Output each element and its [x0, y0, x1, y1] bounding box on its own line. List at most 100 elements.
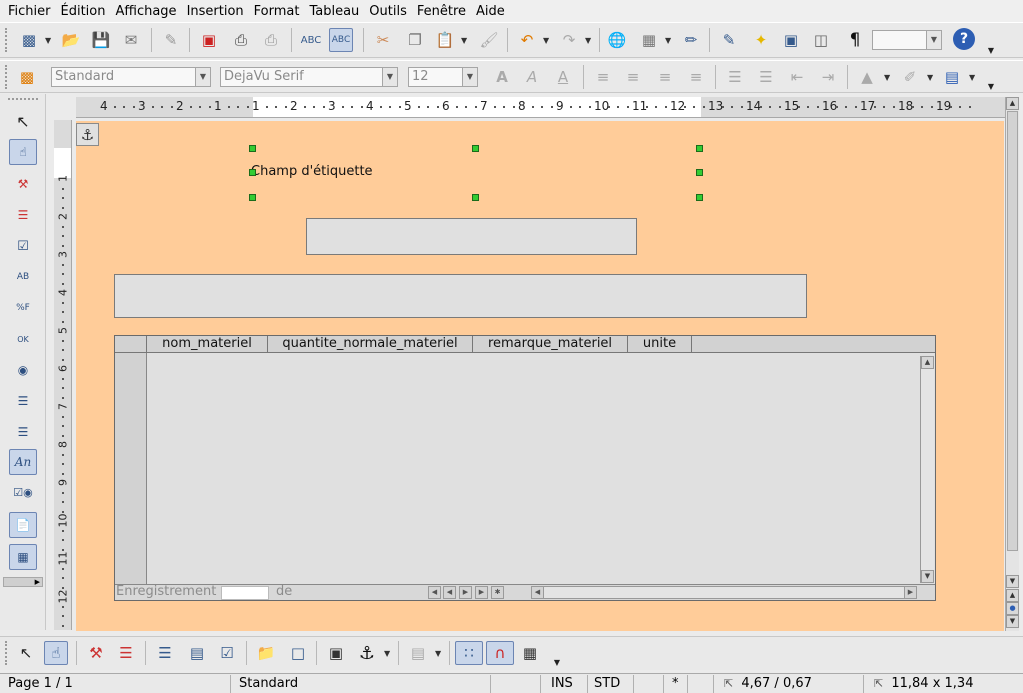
group-icon[interactable]: ▣	[324, 641, 348, 665]
new-record-icon[interactable]: ✱	[491, 586, 504, 599]
combo-box-icon[interactable]: ☰	[9, 419, 37, 445]
page-style-indicator[interactable]: Standard	[231, 675, 491, 693]
column-header-quantite[interactable]: quantite_normale_materiel	[268, 336, 473, 353]
anchor-icon[interactable]: ⚓	[355, 641, 379, 665]
menu-aide[interactable]: Aide	[472, 4, 509, 19]
hyperlink-mode-indicator[interactable]	[634, 675, 664, 693]
email-icon[interactable]: ✉	[119, 28, 143, 52]
paste-dropdown-icon[interactable]: ▼	[461, 36, 467, 45]
open-folder-icon[interactable]: 📂	[59, 28, 83, 52]
menu-affichage[interactable]: Affichage	[111, 4, 180, 19]
text-box-icon[interactable]: AB	[9, 264, 37, 290]
scroll-up-icon[interactable]: ▲	[1006, 97, 1019, 110]
digital-signature-indicator[interactable]	[688, 675, 714, 693]
page-indicator[interactable]: Page 1 / 1	[0, 675, 231, 693]
paragraph-background-dropdown-icon[interactable]: ▼	[969, 73, 975, 82]
navigator-icon[interactable]: ✦	[749, 28, 773, 52]
increase-indent-icon[interactable]: ⇥	[816, 65, 840, 89]
column-header-unite[interactable]: unite	[628, 336, 692, 353]
next-record-icon[interactable]: ▶	[459, 586, 472, 599]
undo-icon[interactable]: ↶	[515, 28, 539, 52]
font-size-combo[interactable]: 12 ▼	[408, 67, 478, 87]
table-grid-control[interactable]: nom_materiel quantite_normale_materiel r…	[114, 335, 936, 601]
toolbar-overflow-icon[interactable]: ▼	[986, 63, 996, 91]
selection-handle[interactable]	[472, 145, 479, 152]
previous-record-icon[interactable]: ◀	[443, 586, 456, 599]
anchor-dropdown-icon[interactable]: ▼	[384, 649, 390, 658]
toolbar-grip[interactable]	[5, 641, 9, 665]
justify-icon[interactable]: ≡	[684, 65, 708, 89]
align-center-icon[interactable]: ≡	[621, 65, 645, 89]
paragraph-style-combo[interactable]: Standard ▼	[51, 67, 211, 87]
horizontal-ruler[interactable]: 4 3 2 1 1 2 3 4 5 6 7 8 9 10 11 12 13 14 15 16 17 18 19	[76, 97, 1006, 118]
new-document-icon[interactable]: ▩	[17, 28, 41, 52]
selection-handle[interactable]	[696, 194, 703, 201]
language-indicator[interactable]	[491, 675, 541, 693]
menu-fenetre[interactable]: Fenêtre	[413, 4, 470, 19]
toolbar-grip[interactable]	[5, 28, 9, 52]
more-controls-icon[interactable]: ☑◉	[9, 479, 37, 505]
scroll-down-icon[interactable]: ▼	[1006, 575, 1019, 588]
grid-horizontal-scrollbar[interactable]	[531, 586, 917, 599]
table-icon[interactable]: ▦	[637, 28, 661, 52]
gallery-icon[interactable]: ▣	[779, 28, 803, 52]
cut-icon[interactable]: ✂	[371, 28, 395, 52]
toolbar-overflow-icon[interactable]: ▼	[986, 27, 996, 55]
chevron-down-icon[interactable]: ▼	[926, 31, 941, 49]
font-name-combo[interactable]: DejaVu Serif ▼	[220, 67, 398, 87]
selection-handle[interactable]	[472, 194, 479, 201]
activation-order-icon[interactable]: ▤	[185, 641, 209, 665]
navigation-icon[interactable]: ●	[1006, 602, 1019, 615]
push-button-icon[interactable]: OK	[9, 326, 37, 352]
option-button-icon[interactable]: ◉	[9, 357, 37, 383]
spellcheck-icon[interactable]: ABC	[299, 28, 323, 52]
design-mode-icon[interactable]: ☝	[9, 139, 37, 165]
menu-insertion[interactable]: Insertion	[183, 4, 248, 19]
nonprinting-chars-icon[interactable]: ¶	[843, 28, 867, 52]
menu-edition[interactable]: Édition	[57, 4, 110, 19]
paragraph-background-icon[interactable]: ▤	[940, 65, 964, 89]
scroll-down-icon[interactable]: ▼	[921, 570, 934, 583]
zoom-combo[interactable]: ▼	[872, 30, 942, 50]
paste-icon[interactable]: 📋	[433, 28, 457, 52]
print-icon[interactable]: ⎙	[229, 28, 253, 52]
table-dropdown-icon[interactable]: ▼	[665, 36, 671, 45]
add-field-icon[interactable]: ☰	[153, 641, 177, 665]
anchor-icon[interactable]: ⚓	[76, 123, 99, 146]
decrease-indent-icon[interactable]: ⇤	[785, 65, 809, 89]
new-dropdown-icon[interactable]: ▼	[45, 36, 51, 45]
highlighting-icon[interactable]: ✐	[898, 65, 922, 89]
align-left-icon[interactable]: ≡	[591, 65, 615, 89]
toolbar-scroll-right-icon[interactable]: ▶	[3, 577, 43, 587]
print-preview-icon[interactable]: ⎙	[259, 28, 283, 52]
control-properties-icon[interactable]: ⚒	[9, 171, 37, 197]
toolbar-overflow-icon[interactable]: ▼	[552, 639, 562, 667]
helplines-while-moving-icon[interactable]: ▦	[518, 641, 542, 665]
modified-indicator[interactable]: *	[664, 675, 688, 693]
selection-handle[interactable]	[696, 169, 703, 176]
label-field-icon[interactable]: An	[9, 449, 37, 475]
document-vertical-scrollbar[interactable]: ▲ ▼ ▲ ● ▼	[1005, 97, 1019, 631]
toolbar-grip[interactable]	[5, 65, 9, 89]
autospellcheck-icon[interactable]: ABC	[329, 28, 353, 52]
next-page-icon[interactable]: ▼	[1006, 615, 1019, 628]
menu-fichier[interactable]: Fichier	[4, 4, 55, 19]
control-properties-icon[interactable]: ⚒	[84, 641, 108, 665]
form-design-icon[interactable]: 📄	[9, 512, 37, 538]
scroll-right-icon[interactable]: ▶	[904, 586, 917, 599]
design-mode-icon[interactable]: ☝	[44, 641, 68, 665]
position-indicator[interactable]: ⇱ 4,67 / 0,67	[714, 675, 864, 693]
font-color-dropdown-icon[interactable]: ▼	[884, 73, 890, 82]
highlighting-dropdown-icon[interactable]: ▼	[927, 73, 933, 82]
menu-format[interactable]: Format	[250, 4, 304, 19]
find-replace-icon[interactable]: ✎	[717, 28, 741, 52]
show-draw-functions-icon[interactable]: ✏	[679, 28, 703, 52]
form-navigator-icon[interactable]: 📁	[254, 641, 278, 665]
edit-file-icon[interactable]: ✎	[159, 28, 183, 52]
selection-handle[interactable]	[696, 145, 703, 152]
scroll-up-icon[interactable]: ▲	[921, 356, 934, 369]
clone-formatting-icon[interactable]: 🖌	[477, 28, 501, 52]
automatic-control-focus-icon[interactable]: ☑	[215, 641, 239, 665]
toolbar-grip[interactable]	[8, 98, 38, 100]
label-field[interactable]: Champ d'étiquette	[251, 164, 373, 179]
